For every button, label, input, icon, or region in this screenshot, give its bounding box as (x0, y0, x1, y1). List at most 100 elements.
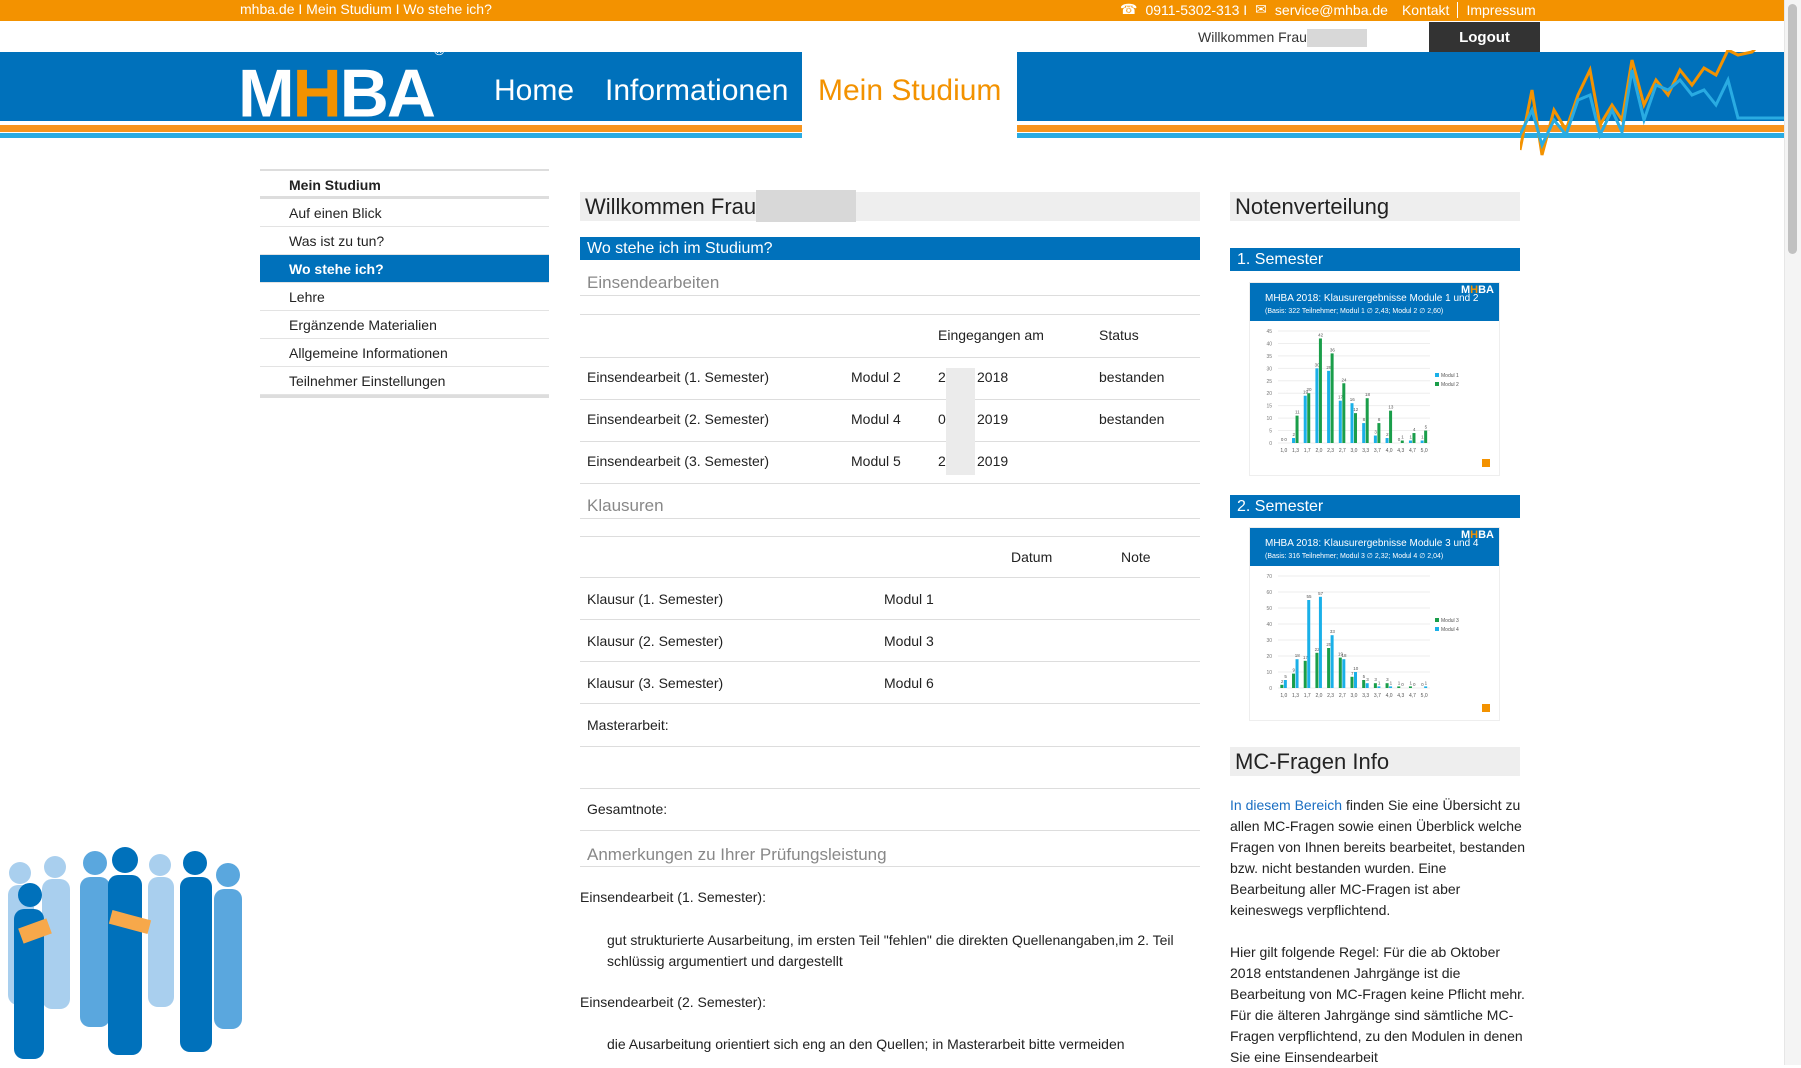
x-tick-label: 3,3 (1362, 448, 1369, 454)
row-module: Modul 4 (851, 411, 901, 427)
gesamtnote-row: Gesamtnote: (580, 789, 1200, 831)
email-link[interactable]: service@mhba.de (1275, 2, 1388, 18)
nav-mein-studium[interactable]: Mein Studium (818, 74, 1001, 108)
row-date-year: 2019 (977, 411, 1009, 427)
logo-letter: BA (339, 55, 436, 132)
bar (1400, 440, 1404, 443)
x-tick-label: 2,7 (1339, 693, 1346, 699)
sidebar-item-lehre[interactable]: Lehre (260, 283, 549, 311)
x-tick-label: 2,0 (1315, 693, 1322, 699)
y-tick-label: 10 (1266, 670, 1272, 676)
bar (1424, 430, 1428, 443)
mc-info-text: In diesem Bereich finden Sie eine Übersi… (1230, 795, 1525, 921)
column-header: Eingegangen am (938, 327, 1044, 343)
logout-button[interactable]: Logout (1429, 22, 1540, 52)
data-label: 4 (1413, 427, 1416, 432)
x-tick-label: 3,7 (1374, 448, 1381, 454)
x-tick-label: 4,7 (1409, 693, 1416, 699)
data-label: 10 (1353, 666, 1359, 671)
mhba-logo[interactable]: MHBA® (238, 42, 444, 128)
nav-informationen[interactable]: Informationen (605, 74, 788, 108)
table-header: Datum Note (580, 536, 1200, 578)
chart-semester-1[interactable]: MHBA MHBA 2018: Klausurergebnisse Module … (1249, 282, 1500, 476)
data-label: 16 (1350, 397, 1356, 402)
data-label: 1 (1425, 680, 1428, 685)
mc-link[interactable]: In diesem Bereich (1230, 797, 1342, 813)
y-tick-label: 10 (1266, 416, 1272, 422)
x-tick-label: 1,3 (1292, 448, 1299, 454)
row-module: Modul 2 (851, 369, 901, 385)
y-tick-label: 20 (1266, 654, 1272, 660)
x-tick-label: 2,3 (1327, 448, 1334, 454)
row-title: Einsendearbeit (1. Semester) (587, 369, 770, 385)
x-tick-label: 4,3 (1397, 448, 1404, 454)
data-label: 24 (1342, 377, 1348, 382)
x-tick-label: 5,0 (1421, 448, 1428, 454)
sidebar-item-teilnehmer-einstellungen[interactable]: Teilnehmer Einstellungen (260, 367, 549, 395)
x-tick-label: 4,7 (1409, 448, 1416, 454)
row-status: bestanden (1099, 369, 1165, 385)
sidebar-item-was-ist-zu-tun[interactable]: Was ist zu tun? (260, 227, 549, 255)
bar (1365, 683, 1369, 688)
x-tick-label: 4,3 (1397, 693, 1404, 699)
bar (1377, 423, 1381, 443)
klausuren-heading: Klausuren (580, 496, 1200, 519)
section-header: Wo stehe ich im Studium? (580, 237, 1200, 260)
x-tick-label: 4,0 (1386, 448, 1393, 454)
x-tick-label: 2,3 (1327, 693, 1334, 699)
decorative-graph-icon (1520, 50, 1784, 156)
y-tick-label: 45 (1266, 329, 1272, 335)
sidebar-item-allgemeine-informationen[interactable]: Allgemeine Informationen (260, 339, 549, 367)
bar (1292, 673, 1296, 688)
einsendearbeiten-heading: Einsendearbeiten (580, 273, 1200, 296)
bar (1389, 686, 1393, 688)
mail-icon: ✉ (1255, 1, 1267, 17)
page-number-badge (1482, 459, 1490, 467)
sidebar-item-ergaenzende-materialien[interactable]: Ergänzende Materialien (260, 311, 549, 339)
masterarbeit-row: Masterarbeit: (580, 704, 1200, 747)
bar (1315, 652, 1319, 688)
masterarbeit-label: Masterarbeit: (587, 717, 669, 733)
x-tick-label: 4,0 (1386, 693, 1393, 699)
sidebar: Mein Studium Auf einen Blick Was ist zu … (260, 169, 549, 398)
x-tick-label: 2,7 (1339, 448, 1346, 454)
bar (1303, 395, 1307, 443)
breadcrumb[interactable]: mhba.de I Mein Studium I Wo stehe ich? (240, 1, 492, 17)
data-label: 1 (1401, 435, 1404, 440)
y-tick-label: 20 (1266, 391, 1272, 397)
scrollbar-thumb[interactable] (1788, 4, 1797, 254)
logo-letter: M (238, 55, 295, 132)
chart-logo: MHBA (1460, 284, 1494, 296)
logo-letter: H (292, 55, 342, 132)
y-tick-label: 30 (1266, 638, 1272, 644)
data-label: 13 (1388, 405, 1394, 410)
sidebar-item-auf-einen-blick[interactable]: Auf einen Blick (260, 199, 549, 227)
semester-1-header: 1. Semester (1230, 248, 1520, 271)
sidebar-item-wo-stehe-ich[interactable]: Wo stehe ich? (260, 255, 549, 283)
y-tick-label: 70 (1266, 574, 1272, 580)
legend-label: Modul 1 (1441, 373, 1459, 379)
bar (1354, 672, 1358, 688)
bar (1327, 648, 1331, 688)
bar (1330, 353, 1334, 443)
data-label: 5 (1425, 425, 1428, 430)
nav-home[interactable]: Home (494, 74, 574, 108)
data-label: 1 (1421, 435, 1424, 440)
bar (1397, 686, 1401, 688)
legend-swatch (1435, 618, 1439, 622)
impressum-link[interactable]: Impressum (1466, 2, 1535, 18)
kontakt-link[interactable]: Kontakt (1402, 2, 1449, 18)
data-label: 2 (1293, 432, 1296, 437)
data-label: 5 (1284, 674, 1287, 679)
bar (1330, 635, 1334, 688)
logo-registered: ® (433, 42, 444, 58)
bar (1342, 659, 1346, 688)
table-row: Einsendearbeit (1. Semester) Modul 2 2 2… (580, 358, 1200, 400)
redacted-name (756, 190, 857, 222)
row-date-day: 0 (938, 411, 946, 427)
data-label: 0 (1401, 682, 1404, 687)
chart-semester-2[interactable]: MHBA MHBA 2018: Klausurergebnisse Module … (1249, 527, 1500, 721)
y-tick-label: 50 (1266, 606, 1272, 612)
chart-header: MHBA MHBA 2018: Klausurergebnisse Module … (1250, 283, 1499, 321)
x-tick-label: 1,0 (1280, 448, 1287, 454)
